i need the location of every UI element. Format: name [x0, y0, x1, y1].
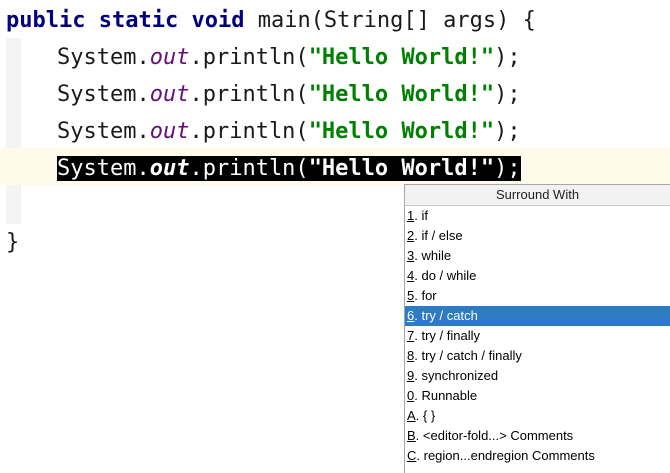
- surround-option-try-catch[interactable]: 6. try / catch: [405, 306, 670, 326]
- surround-option-runnable[interactable]: 0. Runnable: [405, 386, 670, 406]
- keyword-void: void: [191, 8, 245, 33]
- code-text: System.: [57, 119, 150, 144]
- surround-option-try-finally[interactable]: 7. try / finally: [405, 326, 670, 346]
- surround-option-while[interactable]: 3. while: [405, 246, 670, 266]
- option-label: . try / finally: [414, 328, 480, 343]
- shortcut-key: A: [407, 408, 416, 423]
- code-text: );: [494, 119, 521, 144]
- option-label: . if / else: [414, 228, 463, 243]
- surround-option-region-comments[interactable]: C. region...endregion Comments: [405, 446, 670, 466]
- surround-option-braces[interactable]: A. { }: [405, 406, 670, 426]
- code-line-closing-brace[interactable]: }: [6, 224, 19, 261]
- option-label: . if: [414, 208, 428, 223]
- code-line-3[interactable]: System.out.println("Hello World!");: [57, 76, 521, 113]
- code-line-5-selected[interactable]: System.out.println("Hello World!");: [57, 150, 521, 187]
- surround-option-editor-fold-comments[interactable]: B. <editor-fold...> Comments: [405, 426, 670, 446]
- surround-option-try-catch-finally[interactable]: 8. try / catch / finally: [405, 346, 670, 366]
- code-text: .println(: [189, 156, 309, 181]
- closing-brace: }: [6, 230, 20, 255]
- code-line-2[interactable]: System.out.println("Hello World!");: [57, 39, 521, 76]
- code-text: System.: [57, 82, 150, 107]
- option-label: . { }: [415, 408, 436, 423]
- option-label: . synchronized: [414, 368, 499, 383]
- code-text: System.: [57, 156, 150, 181]
- surround-option-if-else[interactable]: 2. if / else: [405, 226, 670, 246]
- code-text: );: [494, 156, 521, 181]
- keyword-static: static: [98, 8, 179, 33]
- code-text: );: [494, 82, 521, 107]
- shortcut-key: C: [407, 448, 417, 463]
- code-line-1[interactable]: public static void main(String[] args) {: [6, 2, 536, 39]
- surround-option-for[interactable]: 5. for: [405, 286, 670, 306]
- shortcut-key: B: [407, 428, 416, 443]
- surround-option-synchronized[interactable]: 9. synchronized: [405, 366, 670, 386]
- code-text: );: [494, 45, 521, 70]
- option-label: . while: [414, 248, 452, 263]
- option-label: . <editor-fold...> Comments: [415, 428, 574, 443]
- surround-option-do-while[interactable]: 4. do / while: [405, 266, 670, 286]
- option-label: . do / while: [414, 268, 477, 283]
- option-label: . try / catch: [414, 308, 478, 323]
- selected-code[interactable]: System.out.println("Hello World!");: [57, 156, 521, 181]
- indent-guide: [6, 38, 21, 224]
- field-out: out: [149, 82, 190, 107]
- field-out: out: [149, 45, 190, 70]
- string-literal: "Hello World!": [308, 45, 495, 70]
- string-literal: "Hello World!": [308, 156, 495, 181]
- keyword-public: public: [6, 8, 86, 33]
- surround-option-if[interactable]: 1. if: [405, 206, 670, 226]
- option-label: . Runnable: [414, 388, 478, 403]
- option-label: . try / catch / finally: [414, 348, 522, 363]
- popup-title: Surround With: [405, 185, 670, 206]
- option-label: . region...endregion Comments: [416, 448, 595, 463]
- string-literal: "Hello World!": [308, 82, 495, 107]
- field-out: out: [149, 119, 190, 144]
- surround-with-popup[interactable]: Surround With 1. if 2. if / else 3. whil…: [404, 184, 670, 473]
- option-label: . for: [414, 288, 437, 303]
- code-text: .println(: [189, 82, 309, 107]
- string-literal: "Hello World!": [308, 119, 495, 144]
- field-out: out: [149, 156, 190, 181]
- code-text: System.: [57, 45, 150, 70]
- code-line-4[interactable]: System.out.println("Hello World!");: [57, 113, 521, 150]
- code-text: .println(: [189, 45, 309, 70]
- code-text: .println(: [189, 119, 309, 144]
- method-signature: main(String[] args) {: [257, 8, 536, 33]
